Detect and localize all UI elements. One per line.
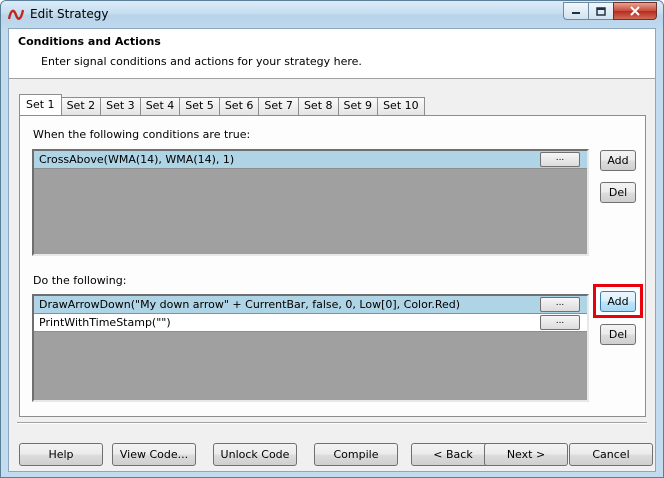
title-bar[interactable]: Edit Strategy <box>1 1 663 28</box>
action-row[interactable]: DrawArrowDown("My down arrow" + CurrentB… <box>34 296 587 314</box>
tab-set-7[interactable]: Set 7 <box>258 97 299 115</box>
window-controls <box>563 2 657 20</box>
app-logo-icon <box>8 9 24 20</box>
window-title: Edit Strategy <box>30 7 109 21</box>
tab-set-2[interactable]: Set 2 <box>60 97 102 115</box>
set-tabs: Set 1 Set 2 Set 3 Set 4 Set 5 Set 6 Set … <box>19 94 425 115</box>
back-button-label: < Back <box>433 448 473 461</box>
tab-set-10[interactable]: Set 10 <box>377 97 425 115</box>
actions-list[interactable]: DrawArrowDown("My down arrow" + CurrentB… <box>32 294 589 402</box>
delete-action-button[interactable]: Del <box>600 324 636 345</box>
next-button[interactable]: Next > <box>484 443 568 466</box>
tab-set-6[interactable]: Set 6 <box>218 97 260 115</box>
conditions-label: When the following conditions are true: <box>33 128 251 141</box>
condition-row[interactable]: CrossAbove(WMA(14), WMA(14), 1) ... <box>34 151 587 169</box>
condition-expression: CrossAbove(WMA(14), WMA(14), 1) <box>39 153 235 166</box>
conditions-list[interactable]: CrossAbove(WMA(14), WMA(14), 1) ... <box>32 149 589 256</box>
maximize-button[interactable] <box>588 2 614 20</box>
maximize-icon <box>596 6 606 16</box>
tab-set-8[interactable]: Set 8 <box>297 97 339 115</box>
tab-set-5[interactable]: Set 5 <box>179 97 220 115</box>
next-button-label: Next > <box>506 448 546 461</box>
help-button-label: Help <box>48 448 74 461</box>
add-action-button[interactable]: Add <box>600 291 636 312</box>
page-description: Enter signal conditions and actions for … <box>41 55 362 68</box>
tab-set-1[interactable]: Set 1 <box>19 94 62 115</box>
cancel-button-label: Cancel <box>592 448 630 461</box>
add-condition-button[interactable]: Add <box>600 150 636 171</box>
compile-button-label: Compile <box>333 448 379 461</box>
minimize-icon <box>572 12 580 14</box>
view-code-button-label: View Code... <box>119 448 189 461</box>
unlock-code-button[interactable]: Unlock Code <box>213 443 297 466</box>
dialog-header: Conditions and Actions Enter signal cond… <box>9 29 655 79</box>
edit-action-button[interactable]: ... <box>540 315 580 330</box>
footer-divider <box>17 422 647 424</box>
unlock-code-button-label: Unlock Code <box>220 448 290 461</box>
dialog-client-area: Conditions and Actions Enter signal cond… <box>8 28 656 472</box>
close-button[interactable] <box>613 2 657 20</box>
compile-button[interactable]: Compile <box>314 443 398 466</box>
tab-set-3[interactable]: Set 3 <box>100 97 141 115</box>
back-button[interactable]: < Back <box>411 443 495 466</box>
view-code-button[interactable]: View Code... <box>112 443 196 466</box>
action-expression: PrintWithTimeStamp("") <box>39 316 171 329</box>
cancel-button[interactable]: Cancel <box>569 443 653 466</box>
close-icon <box>630 6 640 16</box>
tab-set-9[interactable]: Set 9 <box>337 97 379 115</box>
help-button[interactable]: Help <box>19 443 103 466</box>
edit-condition-button[interactable]: ... <box>540 152 580 167</box>
actions-label: Do the following: <box>33 274 127 287</box>
action-row[interactable]: PrintWithTimeStamp("") ... <box>34 314 587 332</box>
action-expression: DrawArrowDown("My down arrow" + CurrentB… <box>39 298 461 311</box>
delete-condition-button[interactable]: Del <box>600 182 636 203</box>
page-title: Conditions and Actions <box>18 35 161 48</box>
tab-panel-set-1: When the following conditions are true: … <box>19 115 646 417</box>
edit-strategy-window: Edit Strategy Conditions and Actions Ent… <box>0 0 664 478</box>
minimize-button[interactable] <box>563 2 589 20</box>
edit-action-button[interactable]: ... <box>540 297 580 312</box>
tab-set-4[interactable]: Set 4 <box>139 97 181 115</box>
